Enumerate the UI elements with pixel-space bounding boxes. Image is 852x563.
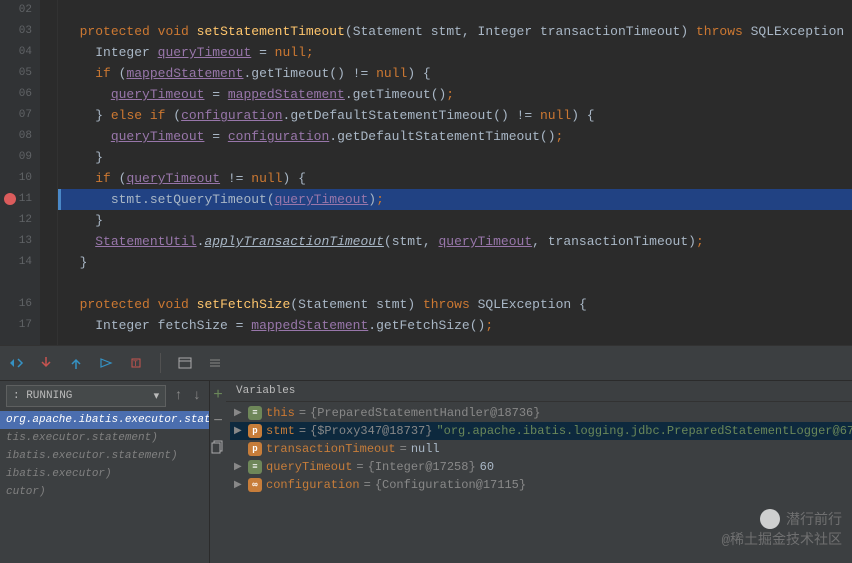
variable-row[interactable]: ▶ ≡ queryTimeout = {Integer@17258} 60 — [230, 458, 852, 476]
variable-row[interactable]: ▶ ∞ configuration = {Configuration@17115… — [230, 476, 852, 494]
variable-row[interactable]: ▶ p transactionTimeout = null — [230, 440, 852, 458]
variable-row[interactable]: ▶ p stmt = {$Proxy347@18737} "org.apache… — [230, 422, 852, 440]
thread-selector[interactable]: : RUNNING ▾ — [6, 385, 166, 407]
stack-frame[interactable]: org.apache.ibatis.executor.statement) — [0, 411, 209, 429]
expand-icon[interactable]: ▶ — [234, 479, 244, 491]
stack-frame[interactable]: ibatis.executor) — [0, 465, 209, 483]
expand-icon[interactable]: ▶ — [234, 425, 244, 437]
chevron-down-icon: ▾ — [154, 389, 160, 403]
expand-icon[interactable]: ▶ — [234, 461, 244, 473]
stack-frame[interactable]: tis.executor.statement) — [0, 429, 209, 447]
frame-down-icon[interactable]: ↓ — [191, 388, 203, 404]
expand-icon[interactable]: ▶ — [234, 407, 244, 419]
step-out-icon[interactable] — [68, 355, 84, 371]
object-icon: ≡ — [248, 406, 262, 420]
step-over-icon[interactable] — [8, 355, 24, 371]
fold-gutter — [40, 0, 58, 345]
variables-panel: Variables ▶ ≡ this = {PreparedStatementH… — [226, 381, 852, 563]
object-icon: ≡ — [248, 460, 262, 474]
evaluate-icon[interactable] — [177, 355, 193, 371]
add-watch-icon[interactable]: + — [210, 387, 226, 403]
run-to-cursor-icon[interactable] — [98, 355, 114, 371]
svg-text:T: T — [133, 360, 138, 369]
breakpoint-icon[interactable] — [4, 193, 16, 205]
code-editor[interactable]: protected void setStatementTimeout(State… — [58, 0, 852, 345]
frame-up-icon[interactable]: ↑ — [172, 388, 184, 404]
drop-frame-icon[interactable]: T — [128, 355, 144, 371]
step-into-icon[interactable] — [38, 355, 54, 371]
debug-toolbar: T — [0, 345, 852, 381]
copy-icon[interactable] — [210, 439, 226, 455]
field-icon: ∞ — [248, 478, 262, 492]
variable-row[interactable]: ▶ ≡ this = {PreparedStatementHandler@187… — [230, 404, 852, 422]
param-icon: p — [248, 424, 262, 438]
variables-toolbar: + − — [210, 381, 226, 563]
stack-frame[interactable]: cutor) — [0, 483, 209, 501]
stack-frame[interactable]: ibatis.executor.statement) — [0, 447, 209, 465]
current-execution-line: stmt.setQueryTimeout(queryTimeout); — [58, 189, 852, 210]
remove-watch-icon[interactable]: − — [210, 413, 226, 429]
line-gutter: 02 03 04 05 06 07 08 09 10 11 12 13 14 1… — [0, 0, 40, 345]
param-icon: p — [248, 442, 262, 456]
variables-header: Variables — [226, 381, 852, 402]
frames-panel: : RUNNING ▾ ↑ ↓ org.apache.ibatis.execut… — [0, 381, 210, 563]
more-icon[interactable] — [207, 355, 223, 371]
